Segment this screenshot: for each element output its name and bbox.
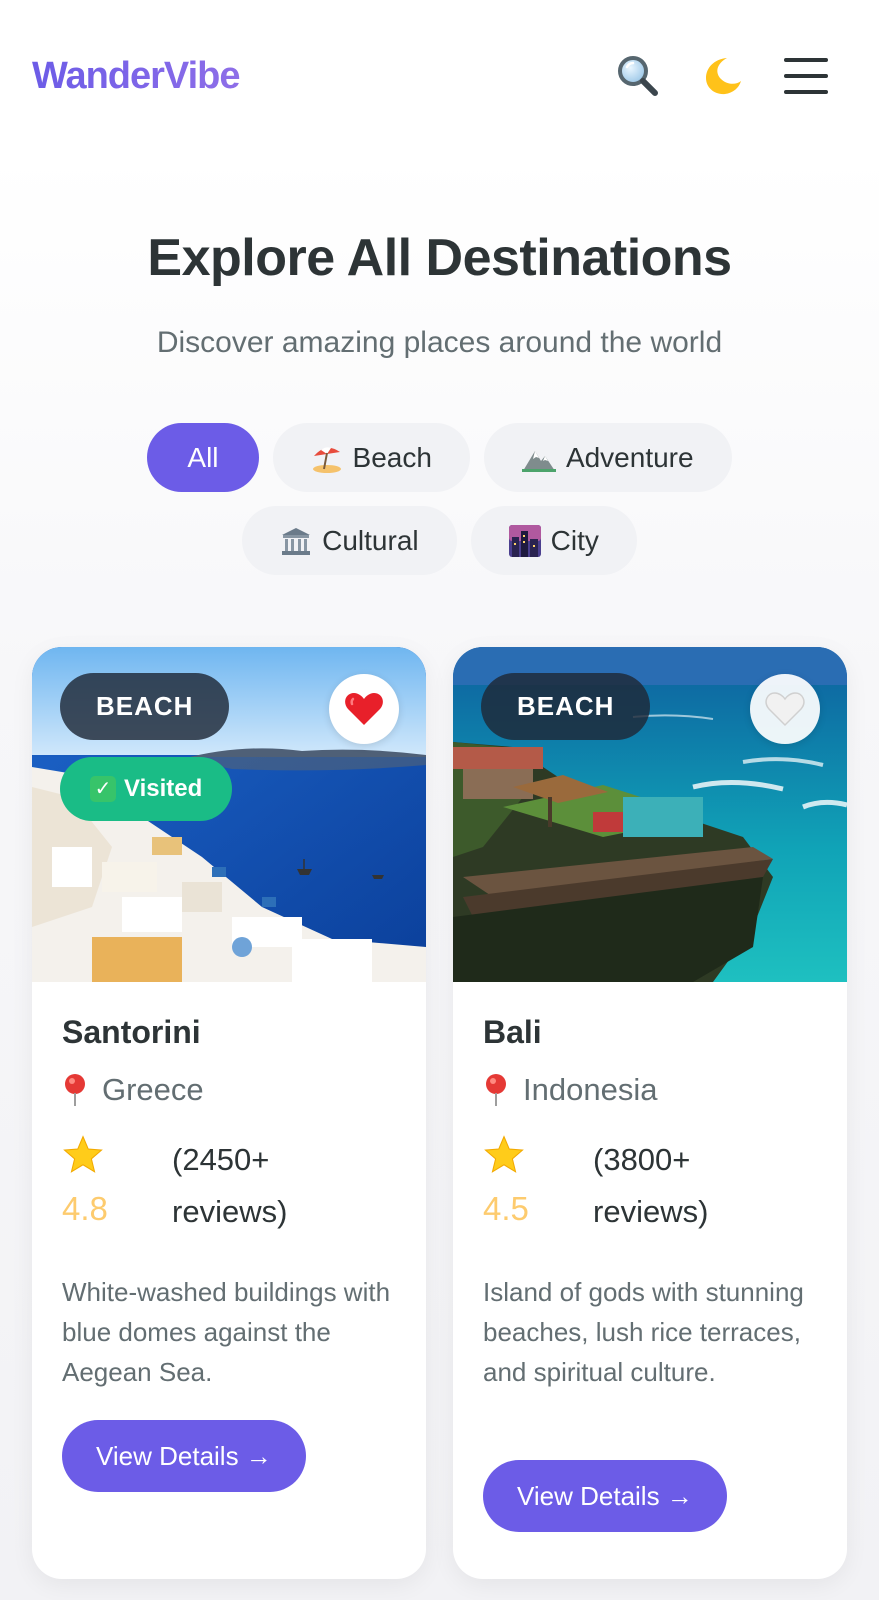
- search-icon: [618, 56, 658, 96]
- pin-icon: [65, 1074, 85, 1106]
- cityscape-icon: [508, 524, 541, 557]
- heart-filled-icon: [345, 693, 383, 725]
- view-details-button[interactable]: View Details →: [62, 1420, 306, 1492]
- filter-label: City: [550, 524, 599, 556]
- rating: 4.5 (3800+ reviews): [483, 1132, 817, 1242]
- location-text: Greece: [102, 1072, 204, 1107]
- filter-label: Cultural: [322, 524, 419, 556]
- destination-location: Greece: [62, 1072, 204, 1108]
- museum-icon: [282, 527, 311, 555]
- filter-label: Beach: [352, 441, 432, 473]
- filter-beach[interactable]: Beach: [272, 423, 470, 492]
- filter-adventure[interactable]: Adventure: [483, 423, 732, 492]
- category-badge: BEACH: [481, 673, 651, 740]
- favorite-button[interactable]: [329, 674, 399, 744]
- heart-outline-icon: [765, 692, 805, 727]
- category-badge: BEACH: [60, 673, 230, 740]
- favorite-button[interactable]: [750, 674, 820, 744]
- header-actions: [613, 51, 831, 101]
- top-header: WanderVibe: [0, 0, 879, 152]
- check-icon: ✓: [90, 776, 116, 802]
- rating-score: 4.8: [62, 1190, 108, 1227]
- destination-image: BEACH ✓ Visited: [32, 647, 426, 982]
- filter-all[interactable]: All: [147, 423, 259, 492]
- review-count: (2450+ reviews): [172, 1142, 288, 1229]
- rating: 4.8 (2450+ reviews): [62, 1132, 396, 1242]
- theme-toggle-button[interactable]: [697, 51, 747, 101]
- review-count: (3800+ reviews): [593, 1142, 709, 1229]
- pin-icon: [486, 1074, 506, 1106]
- page-subtitle: Discover amazing places around the world: [156, 326, 723, 359]
- rating-score: 4.5: [483, 1190, 529, 1227]
- star-icon: [484, 1135, 524, 1173]
- category-filters: All Beach Adventure Cultural City: [110, 423, 769, 575]
- page-title: Explore All Destinations: [147, 229, 732, 287]
- destination-name: Bali: [483, 1014, 542, 1050]
- beach-umbrella-icon: [312, 446, 341, 473]
- destination-description: White-washed buildings with blue domes a…: [62, 1277, 391, 1387]
- filter-city[interactable]: City: [470, 506, 637, 575]
- filter-label: All: [187, 441, 219, 473]
- visited-label: Visited: [124, 775, 203, 802]
- destination-description: Island of gods with stunning beaches, lu…: [483, 1277, 804, 1387]
- menu-icon: [784, 56, 828, 96]
- destination-location: Indonesia: [483, 1072, 657, 1108]
- destination-name: Santorini: [62, 1014, 201, 1050]
- filter-label: Adventure: [565, 441, 694, 473]
- destination-card-bali[interactable]: BEACH Bali Indonesia 4.5 (3800+ reviews)…: [453, 647, 847, 1579]
- menu-button[interactable]: [781, 51, 831, 101]
- mountain-icon: [521, 450, 556, 472]
- search-button[interactable]: [613, 51, 663, 101]
- moon-icon: [706, 58, 741, 95]
- filter-cultural[interactable]: Cultural: [242, 506, 457, 575]
- star-icon: [63, 1135, 103, 1173]
- location-text: Indonesia: [523, 1072, 658, 1107]
- visited-badge: ✓ Visited: [60, 757, 233, 821]
- logo[interactable]: WanderVibe: [32, 55, 240, 98]
- destination-card-santorini[interactable]: BEACH ✓ Visited Santorini Greece 4.8 (24…: [32, 647, 426, 1579]
- view-details-button[interactable]: View Details →: [483, 1460, 727, 1532]
- destination-image: BEACH: [453, 647, 847, 982]
